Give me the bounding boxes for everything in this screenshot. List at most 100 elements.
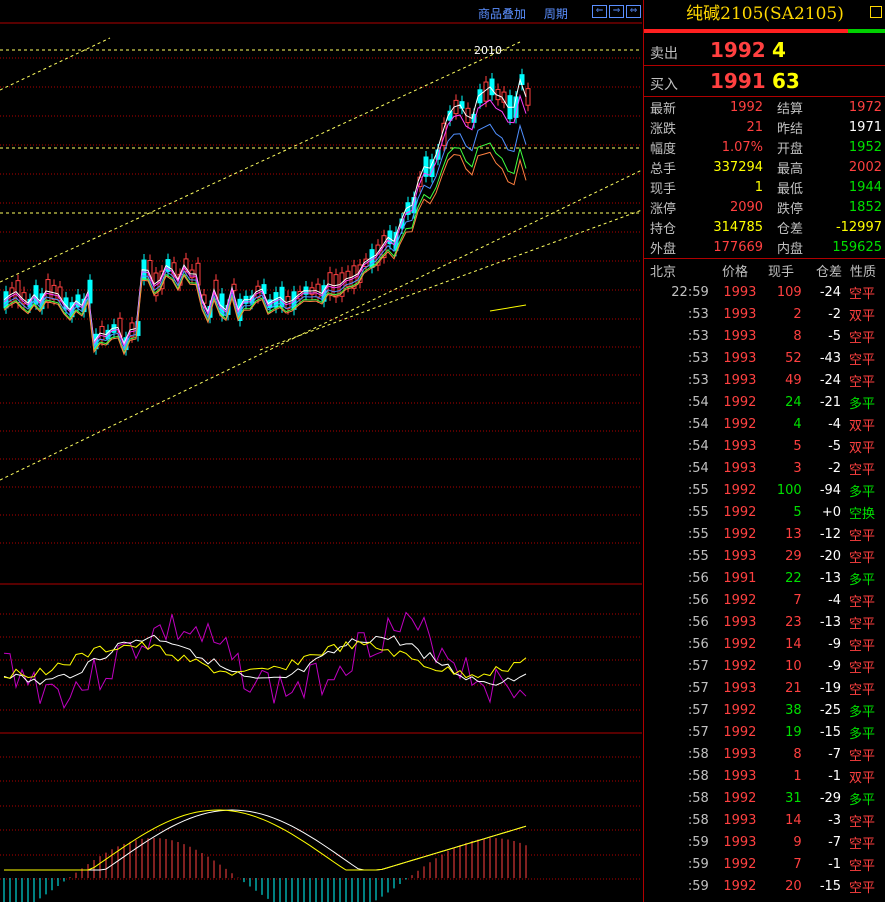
tick-row[interactable]: :55 1992 100 -94 多平 (644, 479, 885, 501)
tick-row[interactable]: :54 1993 5 -5 双平 (644, 435, 885, 457)
stat-label: 跌停 (777, 201, 804, 217)
tick-price: 1992 (723, 636, 757, 652)
tick-volume: 5 (793, 438, 802, 454)
nav-icons: ⇐ ⇒ ⇔ (592, 5, 641, 18)
tick-price: 1993 (723, 834, 757, 850)
ticks-header-time: 北京 (650, 265, 677, 280)
tick-nature: 空平 (849, 858, 876, 874)
tick-price: 1992 (723, 482, 757, 498)
tick-row[interactable]: :53 1993 8 -5 空平 (644, 325, 885, 347)
tick-oi-change: -5 (828, 328, 842, 344)
candle-body (459, 101, 465, 109)
tick-volume: 52 (785, 350, 802, 366)
tick-time: :56 (687, 614, 709, 630)
tick-row[interactable]: :58 1993 8 -7 空平 (644, 743, 885, 765)
tick-oi-change: -7 (828, 746, 842, 762)
tick-nature: 空平 (849, 352, 876, 368)
tick-row[interactable]: :58 1992 31 -29 多平 (644, 787, 885, 809)
tick-volume: 49 (785, 372, 802, 388)
tick-row[interactable]: :55 1992 13 -12 空平 (644, 523, 885, 545)
tick-row[interactable]: :57 1992 19 -15 多平 (644, 721, 885, 743)
tick-volume: 31 (785, 790, 802, 806)
scroll-left-icon[interactable]: ⇐ (592, 5, 607, 18)
stat-value: 1.07% (721, 139, 764, 155)
tick-oi-change: -13 (819, 614, 842, 630)
high-annotation: 2010 (474, 44, 502, 57)
ticks-header-nature: 性质 (850, 265, 877, 280)
tick-row[interactable]: :53 1993 49 -24 空平 (644, 369, 885, 391)
tick-nature: 多平 (849, 704, 876, 720)
contract-title: 纯碱2105(SA2105) (686, 4, 844, 24)
tick-time: :53 (687, 328, 709, 344)
tick-row[interactable]: :57 1992 10 -9 空平 (644, 655, 885, 677)
period-button[interactable]: 周期 (544, 7, 568, 21)
tick-volume: 14 (785, 636, 802, 652)
buy-sell-ratio-bar-green (848, 29, 885, 33)
tick-row[interactable]: :57 1993 21 -19 空平 (644, 677, 885, 699)
tick-volume: 21 (785, 680, 802, 696)
expand-icon[interactable]: ⇔ (626, 5, 641, 18)
tick-price: 1993 (723, 350, 757, 366)
tick-oi-change: +0 (821, 504, 842, 520)
tick-row[interactable]: :59 1993 9 -7 空平 (644, 831, 885, 853)
tick-row[interactable]: :56 1991 22 -13 多平 (644, 567, 885, 589)
tick-time: :54 (687, 460, 709, 476)
tick-volume: 109 (776, 284, 802, 300)
tick-time: :54 (687, 394, 709, 410)
stat-label: 涨跌 (650, 121, 677, 137)
ma-line (489, 304, 527, 312)
tick-row[interactable]: :58 1993 1 -1 双平 (644, 765, 885, 787)
sell-quote: 卖出 1992 4 (644, 36, 885, 66)
tick-row[interactable]: 22:59 1993 109 -24 空平 (644, 281, 885, 303)
tick-time: :59 (687, 878, 709, 894)
tick-oi-change: -19 (819, 680, 842, 696)
candle-body (525, 88, 531, 106)
tick-row[interactable]: :54 1992 24 -21 多平 (644, 391, 885, 413)
tick-nature: 多平 (849, 572, 876, 588)
tick-volume: 10 (785, 658, 802, 674)
tick-volume: 7 (793, 856, 802, 872)
tick-row[interactable]: :56 1992 14 -9 空平 (644, 633, 885, 655)
ticks-table[interactable]: 22:59 1993 109 -24 空平:53 1993 2 -2 双平:53 1993 8 -5 空… (644, 281, 885, 897)
kline-chart-area[interactable]: 2010 商品叠加 周期 ⇐ ⇒ ⇔ (0, 0, 642, 902)
tick-nature: 空平 (849, 682, 876, 698)
tick-nature: 空平 (849, 462, 876, 478)
tick-row[interactable]: :55 1992 5 +0 空换 (644, 501, 885, 523)
candle-body (519, 74, 525, 85)
tick-row[interactable]: :56 1993 23 -13 空平 (644, 611, 885, 633)
overlay-button[interactable]: 商品叠加 (478, 7, 526, 21)
stat-value: 1992 (729, 99, 764, 115)
sell-price: 1992 (710, 38, 766, 62)
tick-nature: 空平 (849, 880, 876, 896)
stat-label: 内盘 (777, 241, 804, 257)
scroll-right-icon[interactable]: ⇒ (609, 5, 624, 18)
tick-time: 22:59 (671, 284, 709, 300)
tick-volume: 14 (785, 812, 802, 828)
tick-oi-change: -20 (819, 548, 842, 564)
tick-price: 1992 (723, 856, 757, 872)
tick-oi-change: -21 (819, 394, 842, 410)
tick-nature: 空平 (849, 594, 876, 610)
tick-volume: 2 (793, 306, 802, 322)
tick-nature: 多平 (849, 396, 876, 412)
stat-value: 1952 (848, 139, 882, 155)
trend-line (0, 41, 521, 283)
tick-time: :59 (687, 834, 709, 850)
tick-price: 1993 (723, 812, 757, 828)
tick-row[interactable]: :54 1992 4 -4 双平 (644, 413, 885, 435)
tick-volume: 4 (793, 416, 802, 432)
tick-row[interactable]: :58 1993 14 -3 空平 (644, 809, 885, 831)
tick-row[interactable]: :55 1993 29 -20 空平 (644, 545, 885, 567)
tick-row[interactable]: :59 1992 20 -15 空平 (644, 875, 885, 897)
tick-row[interactable]: :56 1992 7 -4 空平 (644, 589, 885, 611)
tick-time: :56 (687, 592, 709, 608)
tick-row[interactable]: :53 1993 52 -43 空平 (644, 347, 885, 369)
buy-price: 1991 (710, 69, 766, 93)
buy-label: 买入 (650, 77, 678, 93)
tick-row[interactable]: :59 1992 7 -1 空平 (644, 853, 885, 875)
tick-row[interactable]: :57 1992 38 -25 多平 (644, 699, 885, 721)
tick-row[interactable]: :53 1993 2 -2 双平 (644, 303, 885, 325)
close-icon[interactable] (870, 6, 882, 18)
kline-chart[interactable]: 2010 (0, 0, 642, 902)
tick-row[interactable]: :54 1993 3 -2 空平 (644, 457, 885, 479)
